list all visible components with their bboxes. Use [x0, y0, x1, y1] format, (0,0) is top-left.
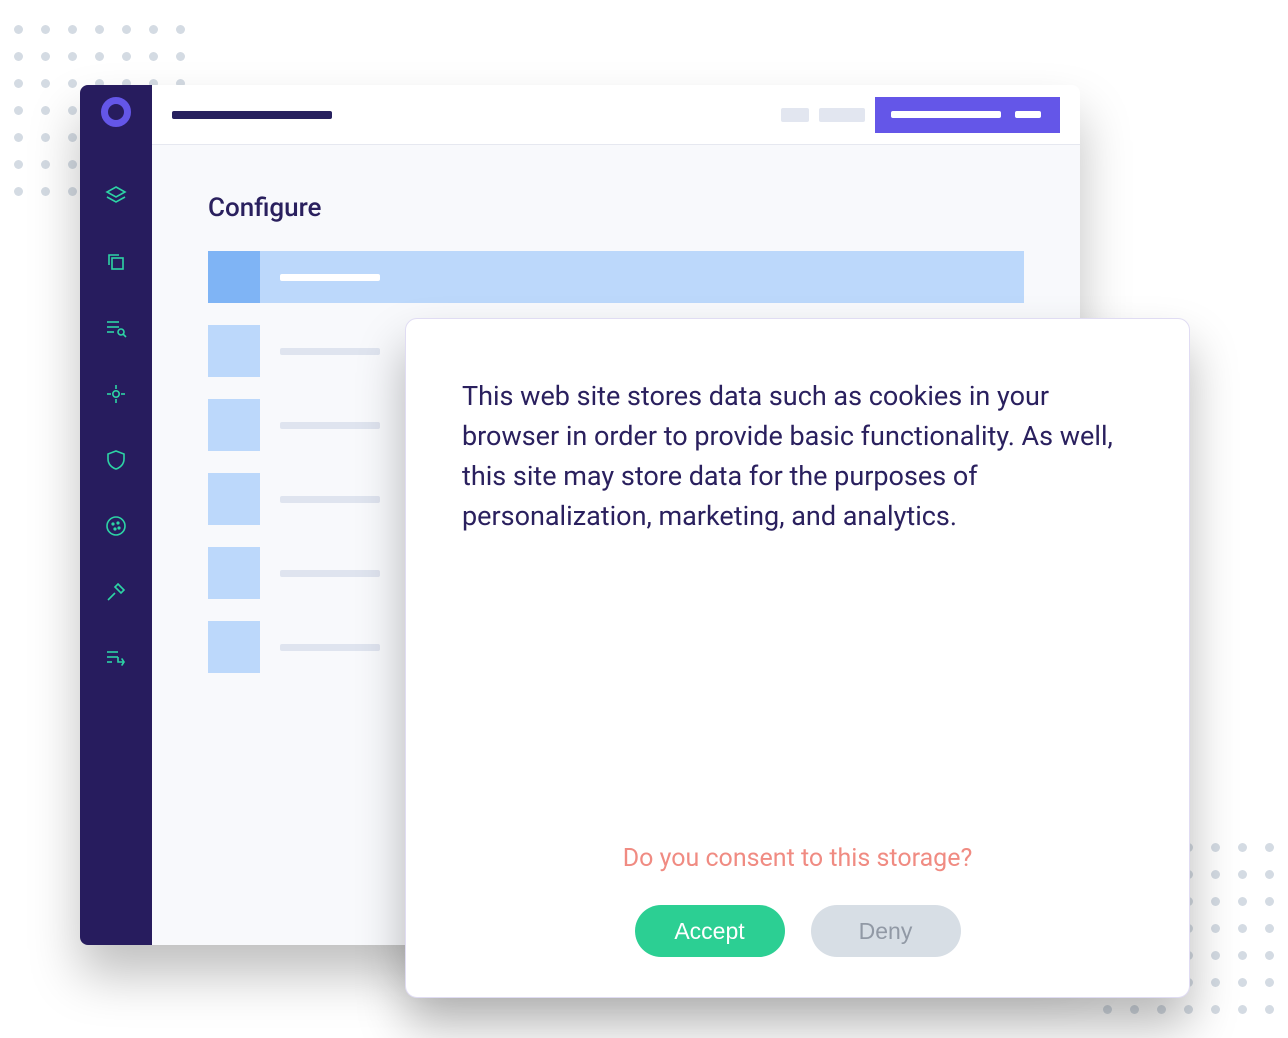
topbar-primary-button[interactable]	[875, 97, 1060, 133]
config-row-icon	[208, 547, 260, 599]
config-row-icon	[208, 621, 260, 673]
layers-icon[interactable]	[103, 183, 129, 209]
config-row-label-placeholder	[280, 348, 380, 355]
consent-body-text: This web site stores data such as cookie…	[462, 377, 1133, 537]
consent-dialog: This web site stores data such as cookie…	[405, 318, 1190, 998]
shield-icon[interactable]	[103, 447, 129, 473]
copy-icon[interactable]	[103, 249, 129, 275]
gavel-icon[interactable]	[103, 579, 129, 605]
config-row-icon	[208, 251, 260, 303]
config-row-icon	[208, 473, 260, 525]
page-heading: Configure	[208, 193, 1024, 223]
consent-question: Do you consent to this storage?	[462, 844, 1133, 873]
list-search-icon[interactable]	[103, 315, 129, 341]
sidebar	[80, 85, 152, 945]
config-row[interactable]	[208, 251, 1024, 303]
config-row-icon	[208, 399, 260, 451]
topbar-placeholder	[819, 108, 865, 122]
cookie-icon[interactable]	[103, 513, 129, 539]
config-row-label-placeholder	[280, 496, 380, 503]
consent-button-row: Accept Deny	[462, 905, 1133, 957]
topbar-placeholder	[781, 108, 809, 122]
config-row-label-placeholder	[280, 644, 380, 651]
topbar-title-placeholder	[172, 111, 332, 119]
topbar	[152, 85, 1080, 145]
target-icon[interactable]	[103, 381, 129, 407]
app-logo	[101, 97, 131, 127]
config-row-label-placeholder	[280, 570, 380, 577]
accept-button[interactable]: Accept	[635, 905, 785, 957]
deny-button[interactable]: Deny	[811, 905, 961, 957]
config-row-icon	[208, 325, 260, 377]
config-row-label-placeholder	[280, 274, 380, 281]
config-row-label-placeholder	[280, 422, 380, 429]
flow-icon[interactable]	[103, 645, 129, 671]
